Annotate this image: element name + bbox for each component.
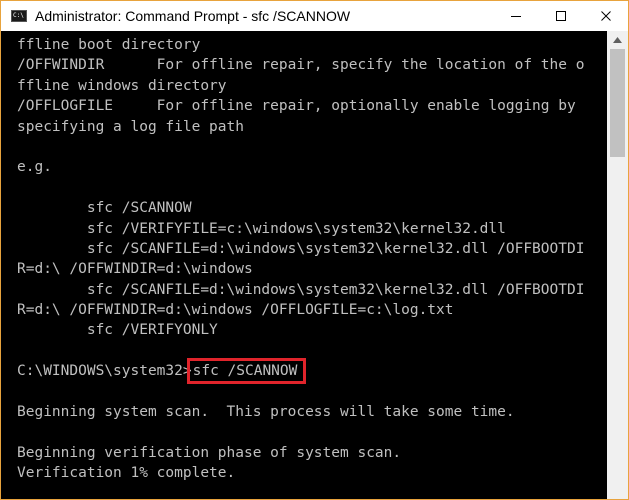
console-line: ffline windows directory: [17, 77, 227, 94]
prompt-path: C:\WINDOWS\system32>: [17, 363, 192, 380]
scroll-thumb[interactable]: [610, 49, 625, 157]
console-line: Beginning system scan. This process will…: [17, 404, 515, 421]
window-title: Administrator: Command Prompt - sfc /SCA…: [35, 8, 351, 24]
console-line: /OFFLOGFILE For offline repair, optional…: [17, 98, 576, 115]
prompt-line: C:\WINDOWS\system32>sfc /SCANNOW: [17, 358, 584, 385]
close-icon: [600, 11, 611, 21]
console-line: sfc /SCANFILE=d:\windows\system32\kernel…: [17, 240, 585, 257]
console-line: /OFFWINDIR For offline repair, specify t…: [17, 57, 585, 74]
minimize-icon: [510, 16, 521, 17]
console-line: ffline boot directory: [17, 37, 201, 53]
minimize-button[interactable]: [493, 1, 538, 31]
scroll-up-button[interactable]: [607, 31, 628, 49]
console-line: e.g.: [17, 159, 52, 176]
scroll-up-arrow-icon: [613, 37, 622, 43]
console-line: sfc /VERIFYFILE=c:\windows\system32\kern…: [17, 220, 506, 237]
vertical-scrollbar[interactable]: [607, 31, 628, 499]
highlighted-command: sfc /SCANNOW: [186, 358, 307, 385]
command-prompt-window: Administrator: Command Prompt - sfc /SCA…: [0, 0, 629, 500]
console-line: sfc /SCANNOW: [17, 200, 192, 217]
console-line: specifying a log file path: [17, 118, 244, 135]
window-controls: [493, 1, 628, 31]
console-output-area[interactable]: ffline boot directory /OFFWINDIR For off…: [1, 31, 607, 499]
console-line: R=d:\ /OFFWINDIR=d:\windows: [17, 261, 253, 278]
maximize-icon: [555, 11, 566, 21]
console-line: Verification 1% complete.: [17, 465, 236, 482]
maximize-button[interactable]: [538, 1, 583, 31]
console-line: R=d:\ /OFFWINDIR=d:\windows /OFFLOGFILE=…: [17, 302, 454, 319]
console-line: sfc /SCANFILE=d:\windows\system32\kernel…: [17, 281, 585, 298]
console-lines: ffline boot directory /OFFWINDIR For off…: [17, 35, 584, 484]
console-line: Beginning verification phase of system s…: [17, 444, 402, 461]
cmd-console-icon[interactable]: [11, 10, 27, 22]
close-button[interactable]: [583, 1, 628, 31]
title-bar[interactable]: Administrator: Command Prompt - sfc /SCA…: [1, 1, 628, 31]
console-line: sfc /VERIFYONLY: [17, 322, 218, 339]
